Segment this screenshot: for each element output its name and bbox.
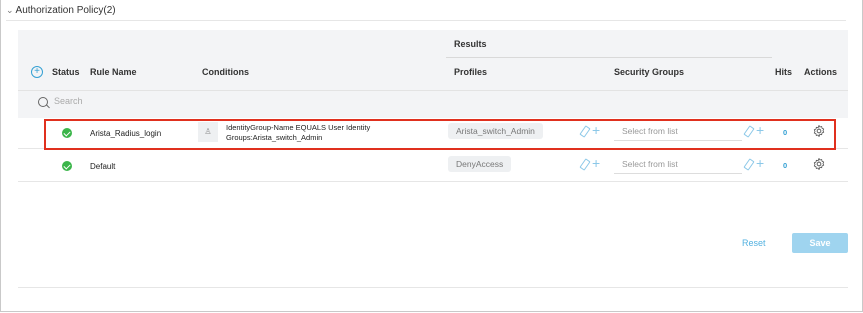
profile-pill[interactable]: DenyAccess [448,156,512,172]
search-row: Search [18,90,848,115]
hits-count[interactable]: 0 [783,161,787,170]
column-rule-name[interactable]: Rule Name [90,67,137,77]
plus-icon[interactable]: + [756,153,764,173]
section-header[interactable]: ⌄ Authorization Policy(2) [6,0,846,21]
pencil-icon[interactable] [743,158,755,171]
column-security-groups[interactable]: Security Groups [614,67,684,77]
results-divider [446,57,772,58]
add-rule-icon[interactable]: + [31,66,43,78]
rule-name[interactable]: Default [90,162,115,171]
search-icon [38,97,48,107]
reset-button[interactable]: Reset [742,238,766,248]
plus-icon[interactable]: + [592,153,600,173]
column-status[interactable]: Status [52,67,80,77]
highlight-box [44,119,836,150]
results-group-header: Results [454,39,487,49]
divider [18,287,848,288]
check-circle-icon [62,161,72,171]
column-profiles[interactable]: Profiles [454,67,487,77]
gear-icon[interactable] [812,157,826,171]
section-title: Authorization Policy(2) [15,4,116,16]
security-group-select[interactable]: Select from list [614,155,742,174]
chevron-down-icon[interactable]: ⌄ [6,5,14,16]
column-hits[interactable]: Hits [775,67,792,77]
save-button[interactable]: Save [792,233,848,253]
search-input[interactable]: Search [54,96,83,106]
column-actions: Actions [804,67,838,77]
pencil-icon[interactable] [579,158,591,171]
table-row[interactable]: Default DenyAccess + Select from list + … [18,151,848,182]
column-conditions[interactable]: Conditions [202,67,249,77]
